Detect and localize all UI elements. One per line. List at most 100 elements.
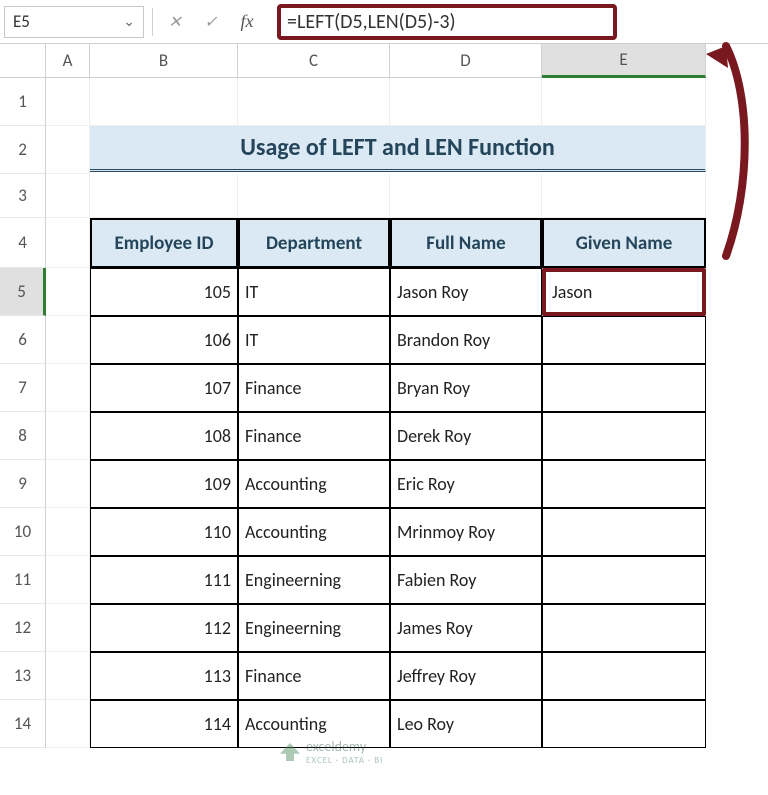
- cell-given-name[interactable]: [542, 652, 706, 700]
- cell-department[interactable]: Accounting: [238, 460, 390, 508]
- cell-given-name[interactable]: [542, 412, 706, 460]
- row-header-11[interactable]: 11: [0, 556, 46, 604]
- row-header-3[interactable]: 3: [0, 174, 46, 218]
- cell-A3[interactable]: [46, 174, 90, 218]
- name-box[interactable]: E5 ⌄: [4, 6, 144, 38]
- cell-employee-id[interactable]: 106: [90, 316, 238, 364]
- row-header-1[interactable]: 1: [0, 78, 46, 126]
- cell-B1[interactable]: [90, 78, 238, 126]
- cell-given-name[interactable]: [542, 556, 706, 604]
- cell-A13[interactable]: [46, 652, 90, 700]
- cell-employee-id[interactable]: 114: [90, 700, 238, 748]
- cell-department[interactable]: Finance: [238, 652, 390, 700]
- formula-input[interactable]: =LEFT(D5,LEN(D5)-3): [277, 4, 617, 40]
- cell-department[interactable]: IT: [238, 268, 390, 316]
- row-header-8[interactable]: 8: [0, 412, 46, 460]
- row-header-14[interactable]: 14: [0, 700, 46, 748]
- column-header-E[interactable]: E: [542, 44, 706, 78]
- row-header-12[interactable]: 12: [0, 604, 46, 652]
- row-header-5[interactable]: 5: [0, 268, 46, 316]
- cells-area: Usage of LEFT and LEN Function Employee …: [46, 78, 768, 748]
- cell-A1[interactable]: [46, 78, 90, 126]
- header-full-name[interactable]: Full Name: [390, 218, 542, 268]
- cell-employee-id[interactable]: 112: [90, 604, 238, 652]
- row-header-9[interactable]: 9: [0, 460, 46, 508]
- cell-full-name[interactable]: Jason Roy: [390, 268, 542, 316]
- cell-A7[interactable]: [46, 364, 90, 412]
- cell-E3[interactable]: [542, 174, 706, 218]
- name-box-value: E5: [13, 11, 30, 32]
- cell-C1[interactable]: [238, 78, 390, 126]
- cell-employee-id[interactable]: 105: [90, 268, 238, 316]
- title-text: Usage of LEFT and LEN Function: [240, 133, 555, 162]
- cell-department[interactable]: IT: [238, 316, 390, 364]
- cell-A14[interactable]: [46, 700, 90, 748]
- cell-full-name[interactable]: Derek Roy: [390, 412, 542, 460]
- cell-A8[interactable]: [46, 412, 90, 460]
- row-header-13[interactable]: 13: [0, 652, 46, 700]
- title-cell[interactable]: Usage of LEFT and LEN Function: [90, 126, 706, 172]
- cell-employee-id[interactable]: 108: [90, 412, 238, 460]
- fx-icon[interactable]: fx: [233, 8, 261, 36]
- cell-employee-id[interactable]: 110: [90, 508, 238, 556]
- header-department[interactable]: Department: [238, 218, 390, 268]
- cell-E1[interactable]: [542, 78, 706, 126]
- row-headers: 1 2 3 4 5 6 7 8 9 10 11 12 13 14: [0, 78, 46, 748]
- header-employee-id[interactable]: Employee ID: [90, 218, 238, 268]
- cell-A9[interactable]: [46, 460, 90, 508]
- row-header-2[interactable]: 2: [0, 126, 46, 174]
- cell-A6[interactable]: [46, 316, 90, 364]
- row-header-7[interactable]: 7: [0, 364, 46, 412]
- cell-employee-id[interactable]: 109: [90, 460, 238, 508]
- header-given-name[interactable]: Given Name: [542, 218, 706, 268]
- cell-full-name[interactable]: Bryan Roy: [390, 364, 542, 412]
- cell-B3[interactable]: [90, 174, 238, 218]
- cell-full-name[interactable]: Jeffrey Roy: [390, 652, 542, 700]
- cell-A4[interactable]: [46, 218, 90, 268]
- enter-icon[interactable]: ✓: [197, 8, 225, 36]
- cell-department[interactable]: Engineerning: [238, 556, 390, 604]
- cancel-icon[interactable]: ✕: [161, 8, 189, 36]
- cell-D3[interactable]: [390, 174, 542, 218]
- cell-given-name[interactable]: [542, 460, 706, 508]
- watermark-tagline: EXCEL · DATA · BI: [306, 755, 383, 766]
- cell-given-name[interactable]: [542, 700, 706, 748]
- column-headers: A B C D E: [0, 44, 768, 78]
- cell-given-name[interactable]: [542, 364, 706, 412]
- cell-full-name[interactable]: Fabien Roy: [390, 556, 542, 604]
- cell-D1[interactable]: [390, 78, 542, 126]
- column-header-D[interactable]: D: [390, 44, 542, 78]
- grid: 1 2 3 4 5 6 7 8 9 10 11 12 13 14 Usage o…: [0, 78, 768, 748]
- cell-A11[interactable]: [46, 556, 90, 604]
- chevron-down-icon[interactable]: ⌄: [123, 13, 135, 30]
- cell-given-name[interactable]: [542, 604, 706, 652]
- row-header-6[interactable]: 6: [0, 316, 46, 364]
- cell-given-name[interactable]: [542, 316, 706, 364]
- cell-C3[interactable]: [238, 174, 390, 218]
- cell-given-name[interactable]: Jason: [542, 268, 706, 316]
- cell-employee-id[interactable]: 113: [90, 652, 238, 700]
- column-header-B[interactable]: B: [90, 44, 238, 78]
- cell-department[interactable]: Finance: [238, 364, 390, 412]
- column-header-C[interactable]: C: [238, 44, 390, 78]
- cell-full-name[interactable]: Leo Roy: [390, 700, 542, 748]
- cell-given-name[interactable]: [542, 508, 706, 556]
- cell-department[interactable]: Engineerning: [238, 604, 390, 652]
- cell-full-name[interactable]: Mrinmoy Roy: [390, 508, 542, 556]
- cell-A2[interactable]: [46, 126, 90, 174]
- cell-A5[interactable]: [46, 268, 90, 316]
- select-all-corner[interactable]: [0, 44, 46, 78]
- cell-department[interactable]: Accounting: [238, 508, 390, 556]
- cell-A10[interactable]: [46, 508, 90, 556]
- row-header-4[interactable]: 4: [0, 218, 46, 268]
- cell-full-name[interactable]: Eric Roy: [390, 460, 542, 508]
- column-header-A[interactable]: A: [46, 44, 90, 78]
- cell-employee-id[interactable]: 107: [90, 364, 238, 412]
- cell-full-name[interactable]: Brandon Roy: [390, 316, 542, 364]
- cell-department[interactable]: Finance: [238, 412, 390, 460]
- row-header-10[interactable]: 10: [0, 508, 46, 556]
- formula-bar: E5 ⌄ ✕ ✓ fx =LEFT(D5,LEN(D5)-3): [0, 0, 768, 44]
- cell-A12[interactable]: [46, 604, 90, 652]
- cell-full-name[interactable]: James Roy: [390, 604, 542, 652]
- cell-employee-id[interactable]: 111: [90, 556, 238, 604]
